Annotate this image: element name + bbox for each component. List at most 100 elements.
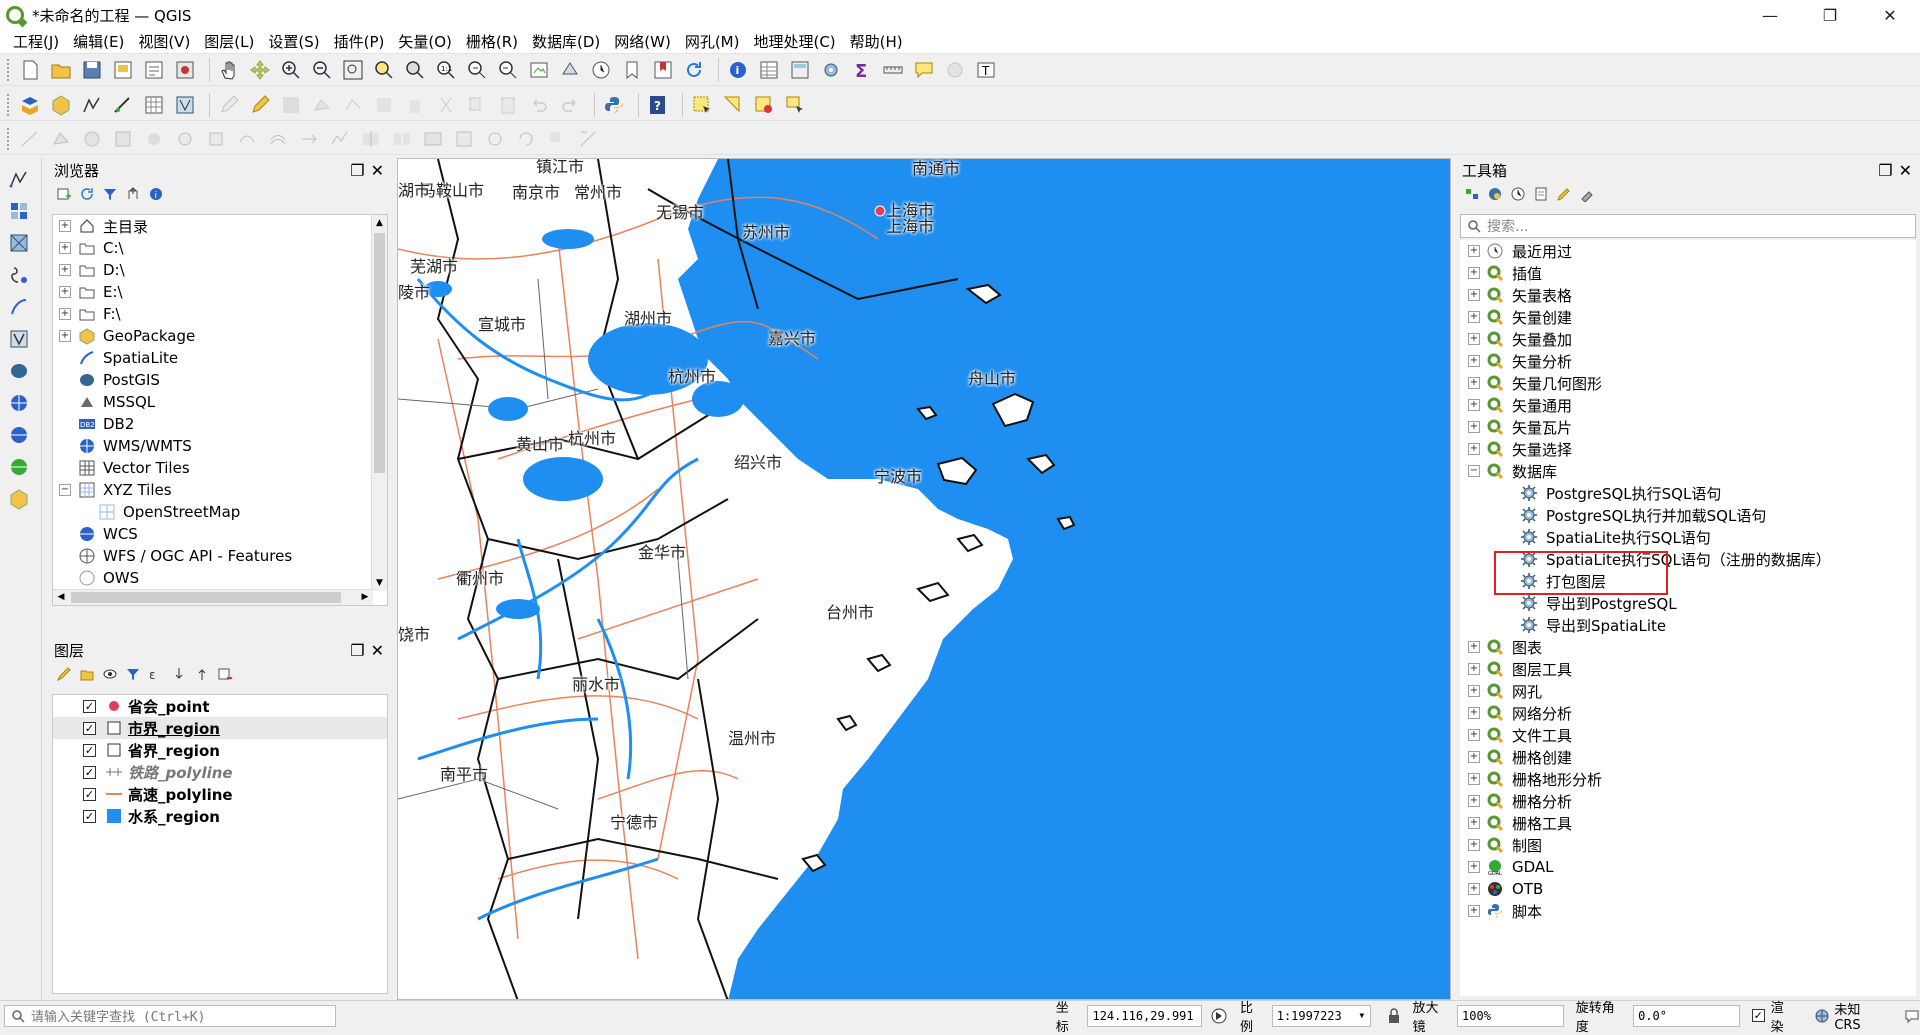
layer-visibility-checkbox[interactable]: ✓	[83, 721, 96, 735]
expand-toggle[interactable]: +	[1468, 905, 1480, 917]
map-tips-icon[interactable]	[911, 57, 937, 83]
merge-attributes-icon[interactable]	[451, 126, 477, 152]
delete-part-icon[interactable]	[203, 126, 229, 152]
data-source-manager-icon[interactable]	[17, 92, 43, 118]
toolbox-group[interactable]: + 矢量通用	[1460, 394, 1916, 416]
add-delimited-text-icon[interactable]	[6, 262, 32, 288]
processing-toolbox-icon[interactable]	[818, 57, 844, 83]
history-icon[interactable]	[1510, 186, 1526, 202]
toolbar-grip[interactable]	[6, 57, 11, 82]
add-wms-icon[interactable]	[6, 390, 32, 416]
expand-toggle[interactable]: +	[1468, 751, 1480, 763]
float-panel-icon[interactable]: ❐	[1878, 161, 1892, 180]
new-geopackage-icon[interactable]	[48, 92, 74, 118]
toolbox-group[interactable]: + 矢量表格	[1460, 284, 1916, 306]
expand-toggle[interactable]: +	[1468, 267, 1480, 279]
maximize-button[interactable]: ❐	[1800, 0, 1860, 30]
toolbox-group[interactable]: + 图表	[1460, 636, 1916, 658]
expand-toggle[interactable]: −	[59, 484, 71, 496]
menu-processing[interactable]: 地理处理(C)	[746, 31, 842, 52]
add-selected-layers-icon[interactable]	[56, 186, 72, 202]
add-postgis-icon[interactable]	[6, 358, 32, 384]
expand-toggle[interactable]: +	[1468, 883, 1480, 895]
expand-toggle[interactable]: +	[1468, 245, 1480, 257]
lock-scale-icon[interactable]	[1387, 1007, 1401, 1024]
toolbox-group[interactable]: + 网络分析	[1460, 702, 1916, 724]
toolbox-algorithm[interactable]: SpatiaLite执行SQL语句（注册的数据库）	[1460, 548, 1916, 570]
browser-item[interactable]: + D:\	[53, 259, 387, 281]
toolbox-algorithm[interactable]: PostgreSQL执行并加载SQL语句	[1460, 504, 1916, 526]
expand-all-icon[interactable]	[171, 666, 187, 682]
offset-curve-icon[interactable]	[265, 126, 291, 152]
delete-ring-icon[interactable]	[172, 126, 198, 152]
field-calculator-icon[interactable]	[787, 57, 813, 83]
save-project-icon[interactable]	[79, 57, 105, 83]
fill-ring-icon[interactable]	[141, 126, 167, 152]
locator-search-input[interactable]: 请输入关键字查找 (Ctrl+K)	[4, 1004, 336, 1027]
select-features-icon[interactable]	[689, 92, 715, 118]
layer-visibility-checkbox[interactable]: ✓	[83, 743, 96, 757]
scripts-icon[interactable]	[1487, 186, 1503, 202]
browser-item[interactable]: Vector Tiles	[53, 457, 387, 479]
toolbox-group[interactable]: + 矢量几何图形	[1460, 372, 1916, 394]
toolbox-group[interactable]: + 矢量瓦片	[1460, 416, 1916, 438]
filter-expression-icon[interactable]: ε	[148, 666, 164, 682]
filter-legend-icon[interactable]	[125, 666, 141, 682]
expand-toggle[interactable]: +	[1468, 795, 1480, 807]
browser-vertical-scrollbar[interactable]: ▲ ▼	[371, 215, 387, 591]
layer-visibility-checkbox[interactable]: ✓	[83, 765, 96, 779]
messages-icon[interactable]	[1904, 1008, 1920, 1024]
collapse-all-icon[interactable]	[125, 186, 141, 202]
zoom-in-icon[interactable]	[278, 57, 304, 83]
toolbox-group[interactable]: + 栅格地形分析	[1460, 768, 1916, 790]
expand-toggle[interactable]: +	[59, 220, 71, 232]
expand-toggle[interactable]: +	[1468, 355, 1480, 367]
toolbox-group[interactable]: + 矢量选择	[1460, 438, 1916, 460]
toolbox-group[interactable]: + 制图	[1460, 834, 1916, 856]
toolbar-grip[interactable]	[6, 92, 11, 117]
crs-label[interactable]: 未知CRS	[1834, 999, 1886, 1033]
collapse-all-icon[interactable]	[194, 666, 210, 682]
render-checkbox[interactable]: ✓	[1751, 1009, 1765, 1022]
browser-item[interactable]: WMS/WMTS	[53, 435, 387, 457]
results-viewer-icon[interactable]	[1533, 186, 1549, 202]
expand-toggle[interactable]: +	[1468, 861, 1480, 873]
measure-line-icon[interactable]	[880, 57, 906, 83]
menu-settings[interactable]: 设置(S)	[261, 31, 326, 52]
close-panel-icon[interactable]: ✕	[1899, 161, 1912, 180]
toolbox-group[interactable]: + 矢量分析	[1460, 350, 1916, 372]
help-contents-icon[interactable]: ?	[645, 92, 671, 118]
browser-item[interactable]: OWS	[53, 567, 387, 589]
zoom-last-icon[interactable]	[464, 57, 490, 83]
layer-row[interactable]: ✓ 高速_polyline	[53, 783, 387, 805]
browser-item[interactable]: + F:\	[53, 303, 387, 325]
browser-item[interactable]: MSSQL	[53, 391, 387, 413]
float-panel-icon[interactable]: ❐	[350, 161, 364, 180]
browser-item[interactable]: DB2 DB2	[53, 413, 387, 435]
paste-features-icon[interactable]	[495, 92, 521, 118]
toolbox-group[interactable]: + 图层工具	[1460, 658, 1916, 680]
layer-visibility-checkbox[interactable]: ✓	[83, 787, 96, 801]
browser-item[interactable]: + E:\	[53, 281, 387, 303]
layer-visibility-checkbox[interactable]: ✓	[83, 809, 96, 823]
properties-info-icon[interactable]: i	[148, 186, 164, 202]
zoom-out-icon[interactable]	[309, 57, 335, 83]
vertex-tool-icon[interactable]	[340, 92, 366, 118]
add-wcs-icon[interactable]	[6, 422, 32, 448]
browser-horizontal-scrollbar[interactable]: ◀ ▶	[53, 589, 373, 605]
expand-toggle[interactable]: +	[1468, 421, 1480, 433]
browser-item[interactable]: + 主目录	[53, 215, 387, 237]
toggle-editing-icon[interactable]	[247, 92, 273, 118]
add-mesh-layer-icon[interactable]	[6, 230, 32, 256]
modify-attributes-icon[interactable]	[371, 92, 397, 118]
select-by-value-icon[interactable]	[720, 92, 746, 118]
digitize-icon[interactable]	[79, 92, 105, 118]
browser-item[interactable]: WFS / OGC API - Features	[53, 545, 387, 567]
toolbox-group[interactable]: + GDAL GDAL	[1460, 856, 1916, 878]
menu-help[interactable]: 帮助(H)	[843, 31, 910, 52]
add-raster-icon[interactable]	[141, 92, 167, 118]
menu-database[interactable]: 数据库(D)	[525, 31, 607, 52]
close-button[interactable]: ✕	[1860, 0, 1920, 30]
expand-toggle[interactable]: +	[59, 264, 71, 276]
rotation-spinbox[interactable]: 0.0°	[1633, 1004, 1740, 1027]
